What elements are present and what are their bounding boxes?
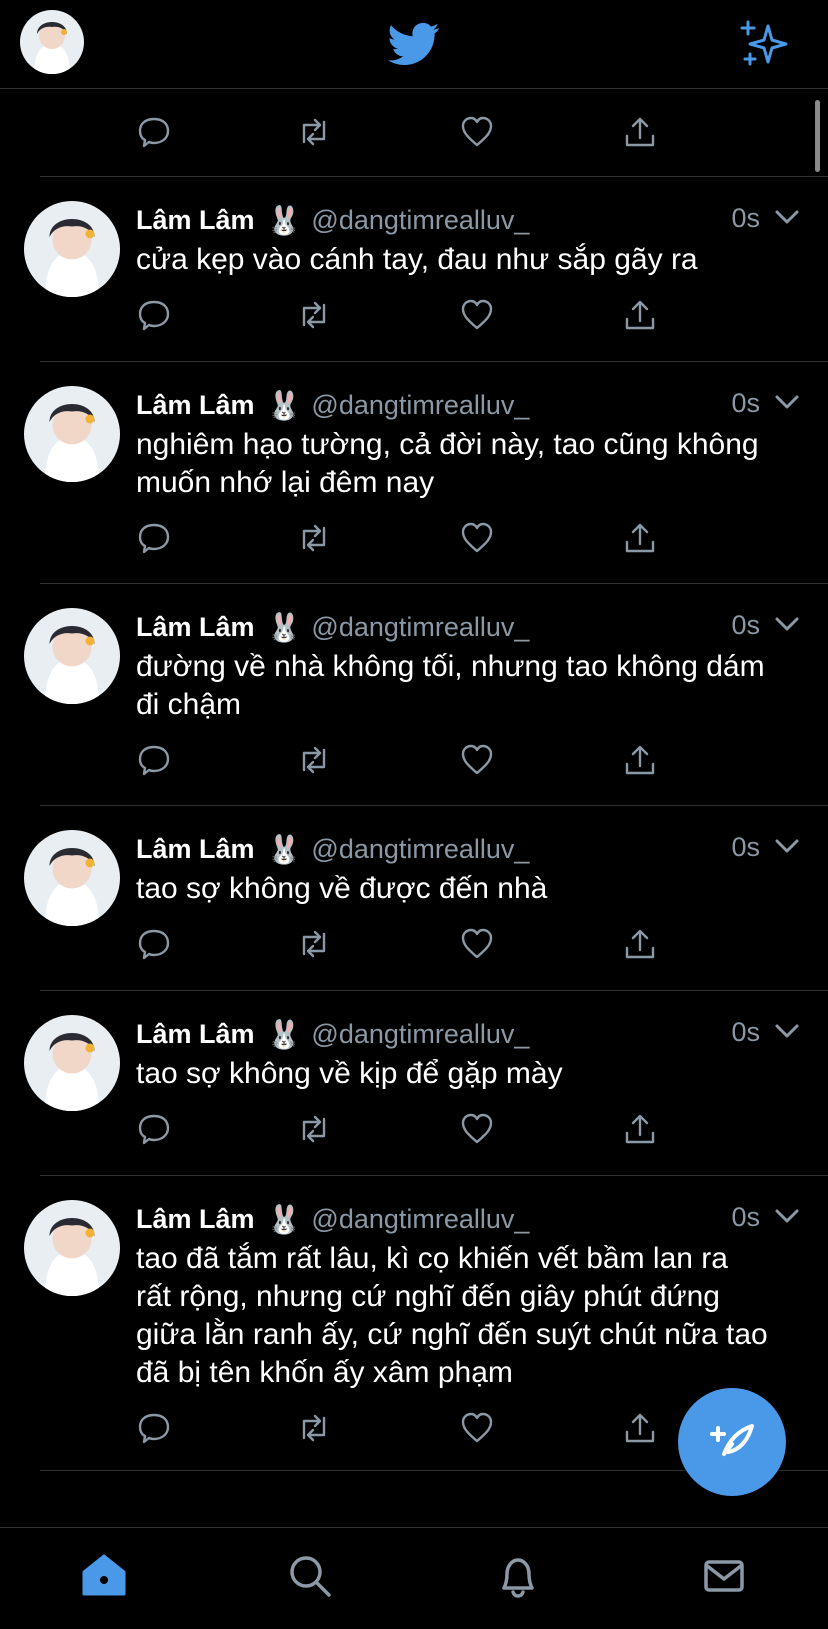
- user-handle[interactable]: @dangtimrealluv_: [311, 205, 529, 236]
- reply-icon[interactable]: [136, 742, 176, 782]
- display-name[interactable]: Lâm Lâm: [136, 612, 255, 643]
- tweet[interactable]: Lâm Lâm 🐰 @dangtimrealluv_ 0s cửa kẹp vào cá…: [24, 177, 828, 362]
- share-icon[interactable]: [622, 1111, 662, 1151]
- tweet-header: Lâm Lâm 🐰 @dangtimrealluv_: [136, 1200, 828, 1238]
- reply-icon[interactable]: [136, 297, 176, 337]
- tweet[interactable]: Lâm Lâm 🐰 @dangtimrealluv_ 0s đường về nhà k…: [24, 584, 828, 806]
- timestamp: 0s: [731, 610, 760, 640]
- notifications-icon[interactable]: [494, 1552, 542, 1600]
- avatar[interactable]: [24, 1200, 120, 1296]
- retweet-icon[interactable]: [296, 926, 336, 966]
- user-handle[interactable]: @dangtimrealluv_: [311, 612, 529, 643]
- chevron-down-icon[interactable]: [774, 1021, 800, 1041]
- tweet-text: cửa kẹp vào cánh tay, đau như sắp gãy ra: [136, 243, 698, 276]
- chevron-down-icon[interactable]: [774, 207, 800, 227]
- tweet-text: nghiêm hạo tường, cả đời này, tao cũng k…: [136, 428, 759, 499]
- like-icon[interactable]: [459, 742, 499, 782]
- partial-tweet-actions: [40, 88, 828, 177]
- rabbit-emoji: 🐰: [266, 204, 302, 236]
- chevron-down-icon[interactable]: [774, 836, 800, 856]
- tweet[interactable]: Lâm Lâm 🐰 @dangtimrealluv_ 0s tao sợ không v…: [24, 991, 828, 1176]
- tweet-text: tao đã tắm rất lâu, kì cọ khiến vết bầm …: [136, 1242, 768, 1389]
- share-icon[interactable]: [622, 297, 662, 337]
- retweet-icon[interactable]: [296, 1410, 336, 1450]
- like-icon[interactable]: [459, 297, 499, 337]
- share-icon[interactable]: [622, 114, 662, 154]
- avatar[interactable]: [24, 201, 120, 297]
- home-icon[interactable]: [80, 1552, 128, 1600]
- messages-icon[interactable]: [700, 1552, 748, 1600]
- rabbit-emoji: 🐰: [266, 833, 302, 865]
- timestamp: 0s: [731, 203, 760, 233]
- search-icon[interactable]: [286, 1552, 334, 1600]
- timestamp: 0s: [731, 1017, 760, 1047]
- avatar[interactable]: [24, 386, 120, 482]
- sparkle-icon[interactable]: [738, 18, 790, 70]
- tweet-text: tao sợ không về được đến nhà: [136, 872, 548, 905]
- share-icon[interactable]: [622, 742, 662, 782]
- user-handle[interactable]: @dangtimrealluv_: [311, 390, 529, 421]
- chevron-down-icon[interactable]: [774, 1206, 800, 1226]
- retweet-icon[interactable]: [296, 520, 336, 560]
- tweet-header: Lâm Lâm 🐰 @dangtimrealluv_: [136, 201, 828, 239]
- reply-icon[interactable]: [136, 114, 176, 154]
- user-handle[interactable]: @dangtimrealluv_: [311, 1019, 529, 1050]
- like-icon[interactable]: [459, 926, 499, 966]
- retweet-icon[interactable]: [296, 742, 336, 782]
- rabbit-emoji: 🐰: [266, 611, 302, 643]
- timestamp: 0s: [731, 388, 760, 418]
- reply-icon[interactable]: [136, 520, 176, 560]
- like-icon[interactable]: [459, 520, 499, 560]
- display-name[interactable]: Lâm Lâm: [136, 1019, 255, 1050]
- like-icon[interactable]: [459, 1111, 499, 1151]
- avatar[interactable]: [24, 1015, 120, 1111]
- avatar[interactable]: [24, 830, 120, 926]
- share-icon[interactable]: [622, 1410, 662, 1450]
- retweet-icon[interactable]: [296, 114, 336, 154]
- bottom-navigation: [0, 1527, 828, 1629]
- top-bar: [0, 0, 828, 89]
- tweet-text: đường về nhà không tối, nhưng tao không …: [136, 650, 765, 721]
- tweet-header: Lâm Lâm 🐰 @dangtimrealluv_: [136, 830, 828, 868]
- tweet-actions: [136, 1093, 828, 1173]
- tweet-text: tao sợ không về kịp để gặp mày: [136, 1057, 563, 1090]
- like-icon[interactable]: [459, 1410, 499, 1450]
- user-handle[interactable]: @dangtimrealluv_: [311, 834, 529, 865]
- reply-icon[interactable]: [136, 1111, 176, 1151]
- retweet-icon[interactable]: [296, 1111, 336, 1151]
- avatar[interactable]: [24, 608, 120, 704]
- like-icon[interactable]: [459, 114, 499, 154]
- tweet-actions: [136, 724, 828, 804]
- tweet[interactable]: Lâm Lâm 🐰 @dangtimrealluv_ 0s nghiêm hạo tườ…: [24, 362, 828, 584]
- tweet-header: Lâm Lâm 🐰 @dangtimrealluv_: [136, 608, 828, 646]
- tweet-actions: [136, 908, 828, 988]
- tweet[interactable]: Lâm Lâm 🐰 @dangtimrealluv_ 0s tao sợ không v…: [24, 806, 828, 991]
- tweet-header: Lâm Lâm 🐰 @dangtimrealluv_: [136, 1015, 828, 1053]
- rabbit-emoji: 🐰: [266, 389, 302, 421]
- share-icon[interactable]: [622, 520, 662, 560]
- reply-icon[interactable]: [136, 926, 176, 966]
- retweet-icon[interactable]: [296, 297, 336, 337]
- timeline-feed: Lâm Lâm 🐰 @dangtimrealluv_ 0s cửa kẹp vào cá…: [0, 88, 828, 1471]
- twitter-bird-icon[interactable]: [384, 18, 444, 70]
- reply-icon[interactable]: [136, 1410, 176, 1450]
- tweet-header: Lâm Lâm 🐰 @dangtimrealluv_: [136, 386, 828, 424]
- tweet-actions: [136, 279, 828, 359]
- user-handle[interactable]: @dangtimrealluv_: [311, 1204, 529, 1235]
- display-name[interactable]: Lâm Lâm: [136, 205, 255, 236]
- chevron-down-icon[interactable]: [774, 614, 800, 634]
- compose-tweet-icon: [710, 1424, 754, 1456]
- compose-tweet-button[interactable]: [678, 1388, 786, 1496]
- display-name[interactable]: Lâm Lâm: [136, 1204, 255, 1235]
- display-name[interactable]: Lâm Lâm: [136, 390, 255, 421]
- timestamp: 0s: [731, 1202, 760, 1232]
- timestamp: 0s: [731, 832, 760, 862]
- tweet-actions: [136, 502, 828, 582]
- rabbit-emoji: 🐰: [266, 1018, 302, 1050]
- chevron-down-icon[interactable]: [774, 392, 800, 412]
- profile-avatar[interactable]: [20, 10, 84, 74]
- display-name[interactable]: Lâm Lâm: [136, 834, 255, 865]
- share-icon[interactable]: [622, 926, 662, 966]
- rabbit-emoji: 🐰: [266, 1203, 302, 1235]
